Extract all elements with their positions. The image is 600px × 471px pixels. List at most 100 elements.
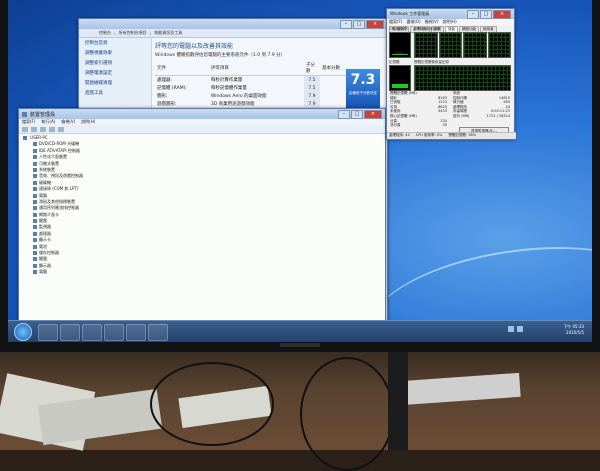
tree-item-label: 網路介面卡 xyxy=(39,211,59,217)
tree-item-label: 處理器 xyxy=(39,230,51,236)
monitor-brand-strip xyxy=(280,343,320,347)
status-bar: 處理程序: 44 CPU 使用率: 0% 實體記憶體: 18% xyxy=(387,132,516,139)
component-description: 3D 商業用途遊戲效能 xyxy=(210,102,255,107)
menu-view[interactable]: 檢視(V) xyxy=(61,119,75,125)
scan-hardware-icon[interactable] xyxy=(58,126,64,132)
cpu-history-graph xyxy=(414,32,438,58)
tree-item-label: 電腦 xyxy=(39,269,47,275)
stat-row: 認可 (MB) 1722 / 16324 xyxy=(453,114,510,119)
component-name: 處理器: xyxy=(157,78,173,83)
nav-link-advanced-tools[interactable]: 進階工具 xyxy=(79,88,151,98)
ie-icon[interactable] xyxy=(38,324,58,341)
minimize-button[interactable]: – xyxy=(467,9,479,19)
stats-right: 系統 控制代碼 14810 執行緒 583 處理程序 44 存留時間 0:00:11:23 認可 … xyxy=(453,91,510,128)
task-manager-icon[interactable] xyxy=(126,324,146,341)
nav-link-disk-cleanup[interactable]: 開啟磁碟清理 xyxy=(79,78,151,88)
breadcrumb-item[interactable]: 控制台 xyxy=(99,30,111,36)
address-bar[interactable]: 控制台 › 所有控制台項目 › 效能資訊及工具 xyxy=(79,29,387,38)
nav-link-power[interactable]: 調整電源設定 xyxy=(79,68,151,78)
menu-file[interactable]: 檔案(F) xyxy=(389,19,402,25)
device-category-icon xyxy=(33,225,37,230)
folder-icon[interactable] xyxy=(60,324,80,341)
tree-item-label: 電池 xyxy=(39,243,47,249)
close-button[interactable]: × xyxy=(364,109,382,119)
tree-item-label: DVD/CD-ROM 光碟機 xyxy=(39,141,80,147)
stat-label: 認可 (MB) xyxy=(453,113,470,118)
network-icon[interactable] xyxy=(508,326,514,332)
device-category-icon xyxy=(33,155,37,160)
memory-gauge: 1.49 GB xyxy=(389,65,411,91)
breadcrumb-item[interactable]: 所有控制台項目 xyxy=(119,30,147,36)
device-manager-icon[interactable] xyxy=(104,324,124,341)
close-button[interactable]: × xyxy=(493,9,511,19)
device-manager-titlebar: 裝置管理員 – □ × xyxy=(19,109,385,119)
tree-item-label: 儲存控制器 xyxy=(39,250,59,256)
table-row: 處理器: 每秒計算作業量 7.5 xyxy=(155,75,355,84)
tree-item-label: 人性化介面裝置 xyxy=(39,154,67,160)
device-category-icon xyxy=(33,148,37,153)
menu-help[interactable]: 說明(H) xyxy=(443,19,457,25)
stat-label: 非分頁 xyxy=(390,123,401,128)
desk-cable xyxy=(300,357,394,471)
help-icon[interactable] xyxy=(49,126,55,132)
column-header: 子分數 xyxy=(303,61,320,76)
status-processes: 處理程序: 44 xyxy=(389,133,410,137)
menu-file[interactable]: 檔案(F) xyxy=(22,119,35,125)
volume-icon[interactable] xyxy=(517,326,523,332)
task-manager-window: Windows 工作管理員 – □ × 檔案(F) 選項(O) 檢視(V) 說明… xyxy=(386,8,516,140)
device-category-icon xyxy=(33,206,37,211)
start-orb-icon[interactable] xyxy=(14,323,32,341)
desk-cable xyxy=(150,362,274,446)
device-category-icon xyxy=(33,251,37,256)
performance-icon[interactable] xyxy=(148,324,168,341)
menu-options[interactable]: 選項(O) xyxy=(406,19,420,25)
tree-item-label: 通用序列匯流排控制器 xyxy=(39,205,79,211)
media-player-icon[interactable] xyxy=(82,324,102,341)
properties-icon[interactable] xyxy=(40,126,46,132)
menu-action[interactable]: 執行(A) xyxy=(41,119,55,125)
memory-value: 1.49 GB xyxy=(392,85,408,89)
device-manager-icon xyxy=(22,111,27,117)
forward-icon[interactable] xyxy=(31,126,37,132)
memory-history-graph xyxy=(414,65,511,91)
window-title: 裝置管理員 xyxy=(30,111,56,118)
status-cpu: CPU 使用率: 0% xyxy=(415,133,443,137)
clock[interactable]: 下午 05:33 2010/5/5 xyxy=(524,324,584,339)
subscore: 7.9 xyxy=(303,92,320,100)
device-category-icon xyxy=(33,257,37,262)
breadcrumb-item[interactable]: 效能資訊及工具 xyxy=(154,30,182,36)
device-category-icon xyxy=(33,199,37,204)
tree-item[interactable]: 電腦 xyxy=(33,269,83,275)
component-description: 每秒記憶體作業量 xyxy=(210,86,247,91)
chevron-right-icon: › xyxy=(149,30,152,36)
stats-left: 實體記憶體 (MB) 總計 8163 已快取 1223 可用 6625 未使用 5433 核心記憶… xyxy=(390,91,447,128)
tree-item-label: 顯示卡 xyxy=(39,237,51,243)
desk-paper xyxy=(399,372,521,406)
device-category-icon xyxy=(33,219,37,224)
maximize-button[interactable]: □ xyxy=(353,19,365,29)
menu-help[interactable]: 說明(H) xyxy=(81,119,95,125)
device-category-icon xyxy=(33,174,37,179)
task-manager-titlebar: Windows 工作管理員 – □ × xyxy=(387,9,514,19)
device-manager-window: 裝置管理員 – □ × 檔案(F) 執行(A) 檢視(V) 說明(H) USER… xyxy=(18,108,386,324)
tree-item-label: 系統裝置 xyxy=(39,166,55,172)
device-category-icon xyxy=(33,161,37,166)
minimize-button[interactable]: – xyxy=(340,19,352,29)
toolbar xyxy=(19,125,385,134)
back-icon[interactable] xyxy=(22,126,28,132)
menu-view[interactable]: 檢視(V) xyxy=(425,19,439,25)
maximize-button[interactable]: □ xyxy=(480,9,492,19)
minimize-button[interactable]: – xyxy=(338,109,350,119)
nav-link-home[interactable]: 控制台首頁 xyxy=(79,38,151,48)
table-row: 記憶體 (RAM): 每秒記憶體作業量 7.5 xyxy=(155,84,355,92)
tree-item-label: 監視器 xyxy=(39,224,51,230)
component-description: Windows Aero 的桌面效能 xyxy=(210,94,267,99)
device-category-icon xyxy=(33,142,37,147)
tree-item-label: 顯示器 xyxy=(39,262,51,268)
nav-link-visual-effects[interactable]: 調整視覺效果 xyxy=(79,48,151,58)
nav-link-indexing[interactable]: 調整索引選項 xyxy=(79,58,151,68)
maximize-button[interactable]: □ xyxy=(351,109,363,119)
close-button[interactable]: × xyxy=(366,19,384,29)
taskbar: 下午 05:33 2010/5/5 xyxy=(8,320,592,342)
tree-item-label: 鍵盤 xyxy=(39,218,47,224)
